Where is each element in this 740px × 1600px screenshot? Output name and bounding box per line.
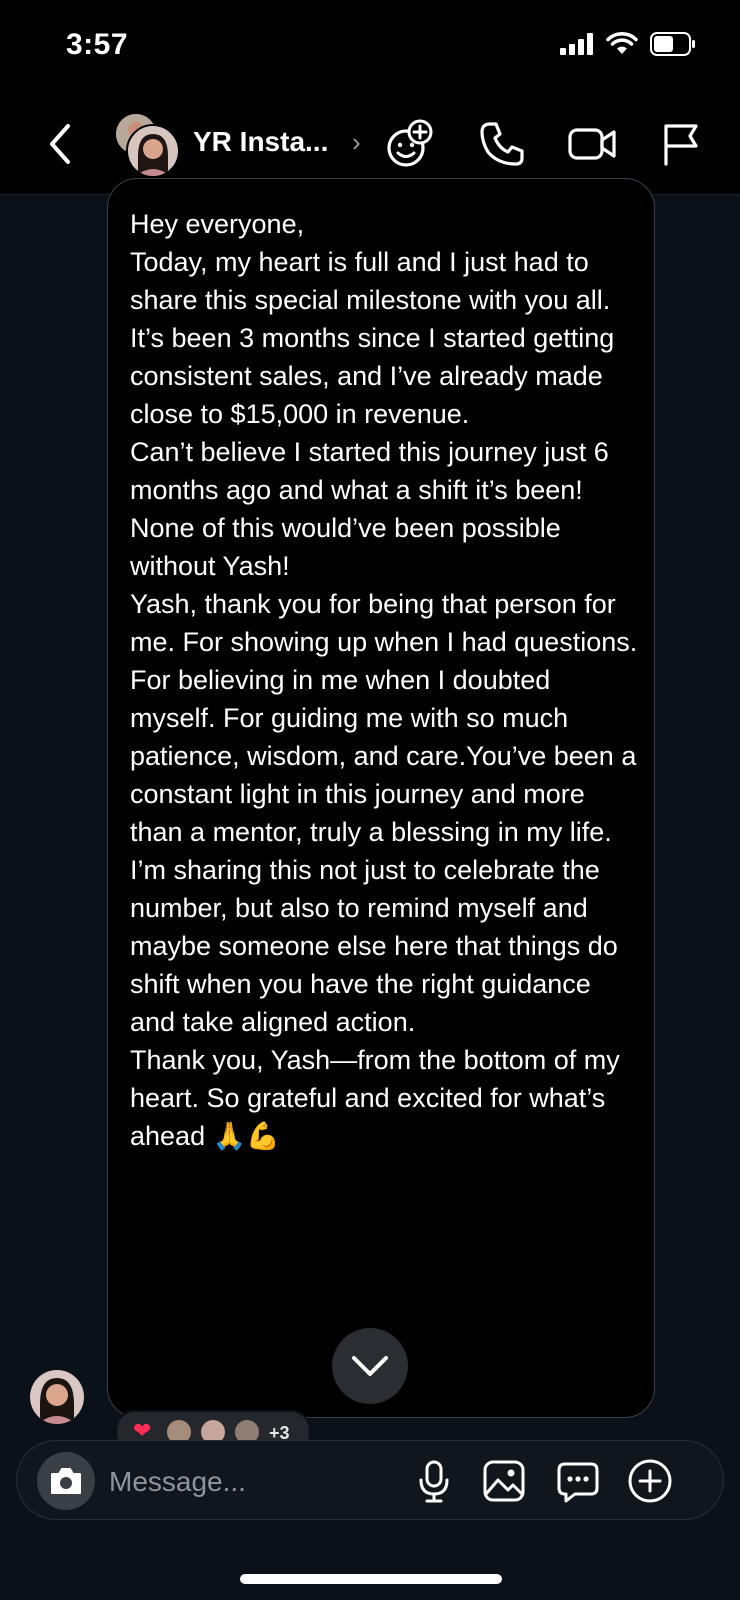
status-icons bbox=[560, 32, 696, 56]
wifi-icon bbox=[606, 32, 638, 54]
back-button[interactable] bbox=[40, 120, 80, 168]
message-composer bbox=[16, 1440, 724, 1520]
status-bar: 3:57 bbox=[0, 0, 740, 96]
battery-icon bbox=[650, 32, 695, 56]
video-call-button[interactable] bbox=[566, 118, 618, 170]
camera-icon bbox=[51, 1468, 81, 1494]
message-paragraph: Yash, thank you for being that person fo… bbox=[130, 589, 638, 847]
signal-icon bbox=[560, 33, 593, 55]
add-people-button[interactable] bbox=[384, 118, 436, 170]
message-paragraph: Thank you, Yash—from the bottom of my he… bbox=[130, 1045, 620, 1151]
group-avatar[interactable] bbox=[114, 112, 180, 178]
camera-button[interactable] bbox=[37, 1452, 95, 1510]
status-time: 3:57 bbox=[66, 28, 129, 61]
call-button[interactable] bbox=[476, 118, 528, 170]
message-paragraph: None of this would’ve been possible with… bbox=[130, 513, 561, 581]
plus-icon bbox=[628, 1459, 672, 1503]
report-button[interactable] bbox=[656, 118, 708, 170]
message-paragraph: It’s been 3 months since I started getti… bbox=[130, 323, 615, 429]
message-input[interactable] bbox=[107, 1461, 411, 1503]
back-icon bbox=[50, 124, 70, 164]
message-paragraph: Can’t believe I started this journey jus… bbox=[130, 437, 609, 505]
message-text: Hey everyone, Today, my heart is full an… bbox=[130, 205, 640, 1155]
phone-icon bbox=[480, 122, 524, 166]
video-icon bbox=[568, 128, 616, 160]
voice-button[interactable] bbox=[411, 1458, 457, 1504]
microphone-icon bbox=[419, 1460, 449, 1503]
chevron-down-icon bbox=[352, 1356, 388, 1376]
add-people-icon bbox=[387, 119, 433, 167]
message-paragraph: Hey everyone, bbox=[130, 209, 305, 239]
sticker-button[interactable] bbox=[555, 1458, 601, 1504]
title-chevron-icon: › bbox=[352, 127, 361, 157]
gallery-icon bbox=[483, 1460, 525, 1502]
sender-avatar[interactable] bbox=[30, 1370, 84, 1424]
flag-icon bbox=[664, 124, 698, 166]
message-paragraph: Today, my heart is full and I just had t… bbox=[130, 247, 611, 315]
message-bubble[interactable]: Hey everyone, Today, my heart is full an… bbox=[107, 178, 655, 1418]
avatar bbox=[126, 124, 180, 178]
chat-title[interactable]: YR Insta... bbox=[193, 126, 328, 158]
sticker-icon bbox=[557, 1462, 599, 1503]
home-indicator bbox=[240, 1574, 502, 1584]
scroll-to-bottom-button[interactable] bbox=[332, 1328, 408, 1404]
more-button[interactable] bbox=[627, 1458, 673, 1504]
message-paragraph: I’m sharing this not just to celebrate t… bbox=[130, 855, 618, 1037]
gallery-button[interactable] bbox=[481, 1458, 527, 1504]
